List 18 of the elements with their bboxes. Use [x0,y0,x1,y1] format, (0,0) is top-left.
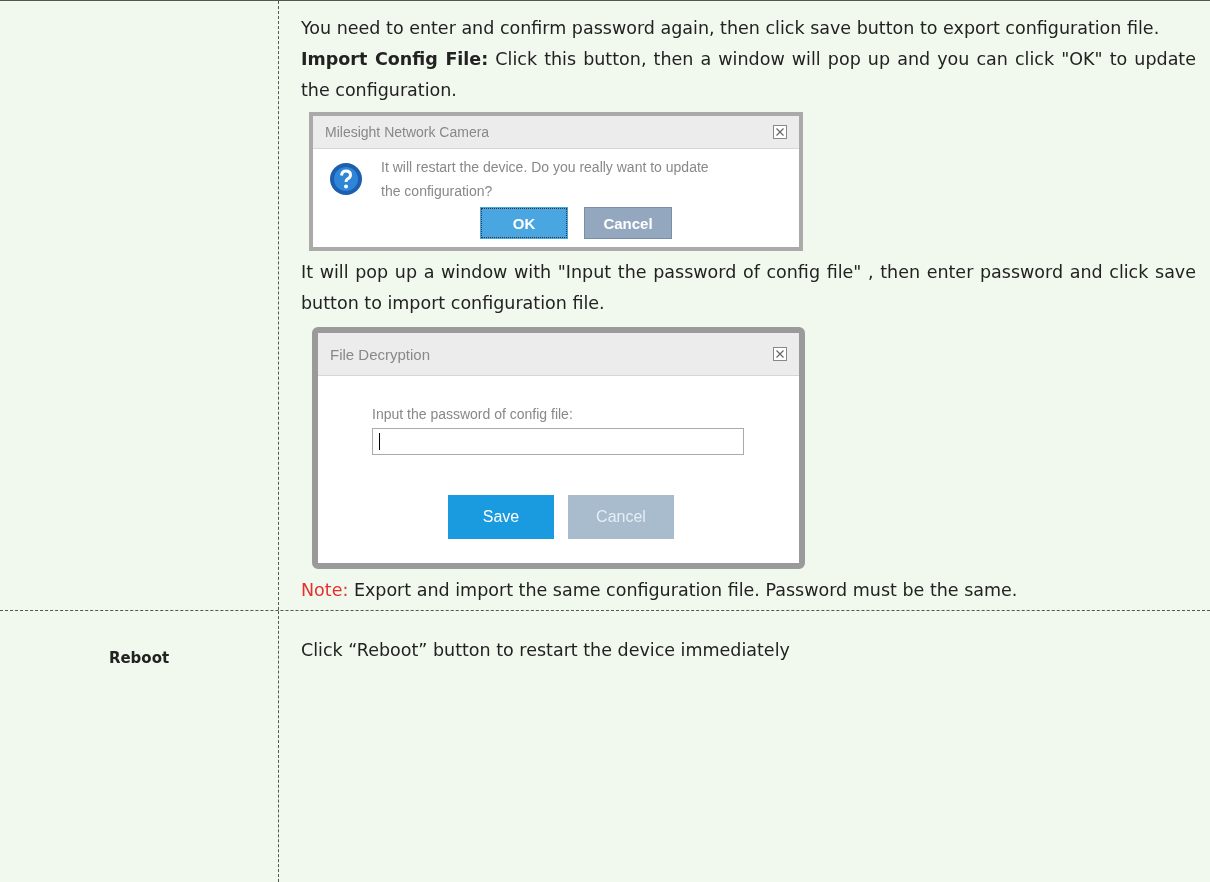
question-icon [329,162,363,196]
row-label: Reboot [108,649,170,667]
dialog-button[interactable]: Save [448,495,554,539]
close-icon[interactable] [773,347,787,361]
description-text: It will pop up a window with "Input the password of config file" , then enter password and click save button to import configuration file. [301,261,1196,315]
dialog-title: File Decryption [330,345,431,363]
dialog-button[interactable]: Cancel [568,495,674,539]
note-text: Note: Export and import the same configuration file. Password must be the same. [301,579,1019,602]
description-text: Import Config File: Click this button, then a window will pop up and you can click "OK" to update the configuration. [301,48,1196,102]
field-label: Input the password of config file: [372,406,574,422]
dialog-button[interactable]: Cancel [584,207,672,239]
close-icon[interactable] [773,125,787,139]
password-field[interactable] [372,428,744,455]
dialog-button[interactable]: OK [480,207,568,239]
dialog-message: It will restart the device. Do you really want to update the configuration? [381,158,710,201]
description-text: You need to enter and confirm password again, then click save button to export configuration file. [301,17,1161,40]
dialog-title: Milesight Network Camera [325,124,490,140]
description-text: Click “Reboot” button to restart the device immediately [301,639,791,662]
